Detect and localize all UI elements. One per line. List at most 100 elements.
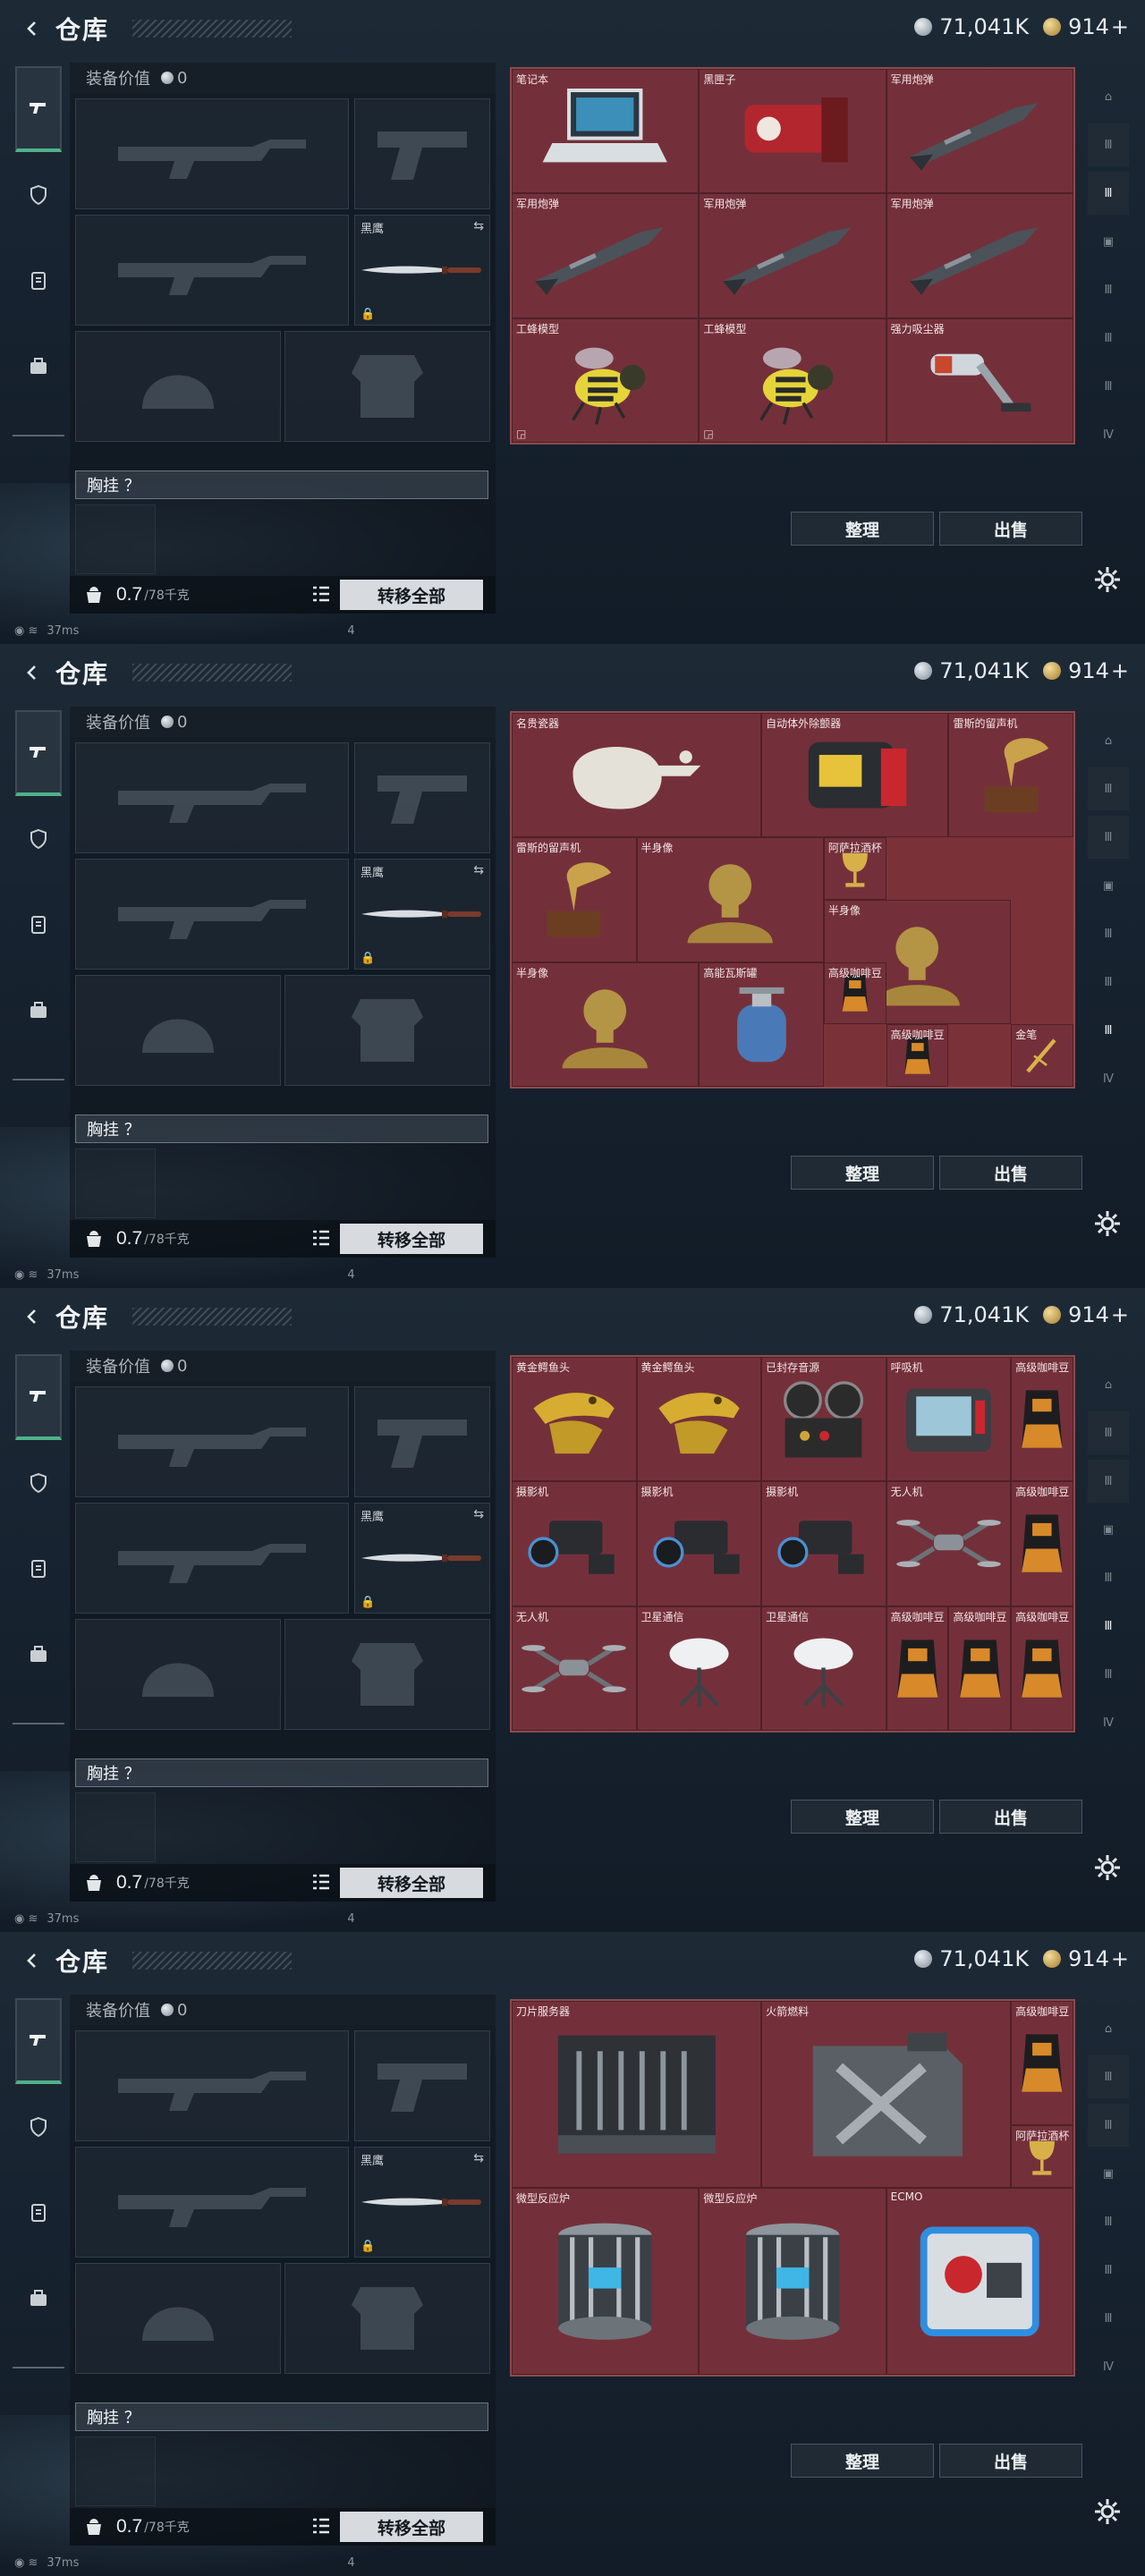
inventory-item[interactable]: 摄影机 [636,1481,762,1606]
transfer-all-button[interactable]: 转移全部 [340,2512,483,2542]
list-icon[interactable] [311,1228,331,1248]
storage-page-tab[interactable]: ▣ [1088,1508,1129,1551]
storage-page-tab[interactable]: Ⅲ [1088,317,1129,360]
storage-page-tab[interactable]: Ⅲ [1088,1411,1129,1454]
sell-button[interactable]: 出售 [939,512,1082,546]
backpack-slot[interactable] [75,1148,156,1218]
inventory-item[interactable]: 微型反应炉 [512,2187,700,2375]
inventory-item[interactable]: 已封存音源 [761,1357,886,1482]
storage-page-tab[interactable]: Ⅳ [1088,2345,1129,2388]
inventory-item[interactable]: 工蜂模型 ◲ [512,318,700,443]
chest-rig-slot[interactable]: 胸挂 ？ [75,1114,488,1143]
storage-page-tab[interactable]: Ⅲ [1088,2200,1129,2243]
storage-page-tab[interactable]: Ⅲ [1088,268,1129,311]
inventory-item[interactable]: 军用炮弹 [699,193,886,318]
storage-page-tab[interactable]: Ⅲ [1088,1460,1129,1503]
primary-weapon-slot[interactable] [75,98,349,209]
pistol-slot[interactable] [354,98,490,209]
swap-icon[interactable]: ⇆ [473,219,484,233]
tab-weapons[interactable] [15,1998,62,2084]
tab-weapons[interactable] [15,66,62,152]
inventory-item[interactable]: 火箭燃料 [761,2001,1012,2188]
tab-backpack[interactable] [15,2256,62,2342]
tab-weapons[interactable] [15,1354,62,1440]
inventory-item[interactable]: 名贵瓷器 [512,713,762,838]
gear-icon[interactable] [1093,1853,1122,1882]
inventory-item[interactable]: 高级咖啡豆 [823,962,886,1025]
add-currency-button[interactable]: + [1111,658,1129,683]
tab-armor[interactable] [15,1440,62,1526]
inventory-item[interactable]: 半身像 [512,962,700,1087]
storage-page-tab[interactable]: Ⅲ [1088,1556,1129,1599]
inventory-item[interactable]: 高级咖啡豆 [1011,1357,1073,1482]
sort-button[interactable]: 整理 [791,1800,934,1834]
list-icon[interactable] [311,1872,331,1892]
storage-page-tab[interactable]: ▣ [1088,220,1129,263]
sort-button[interactable]: 整理 [791,512,934,546]
back-button[interactable] [16,13,48,45]
storage-page-tab[interactable]: Ⅳ [1088,1701,1129,1744]
inventory-item[interactable]: 笔记本 [512,69,700,194]
gear-icon[interactable] [1093,1209,1122,1238]
storage-page-tab[interactable]: Ⅲ [1088,365,1129,408]
pistol-slot[interactable] [354,2030,490,2141]
inventory-item[interactable]: 卫星通信 [636,1606,762,1731]
chest-rig-slot[interactable]: 胸挂 ？ [75,470,488,499]
body-armor-slot[interactable] [284,2263,490,2374]
inventory-item[interactable]: 黄金鳄鱼头 [512,1357,637,1482]
storage-page-tab[interactable]: Ⅲ [1088,2297,1129,2340]
add-currency-button[interactable]: + [1111,1946,1129,1971]
storage-page-tab[interactable]: Ⅲ [1088,2249,1129,2292]
pistol-slot[interactable] [354,1386,490,1497]
sell-button[interactable]: 出售 [939,1800,1082,1834]
storage-page-tab[interactable]: Ⅲ [1088,1605,1129,1648]
inventory-item[interactable]: 摄影机 [512,1481,637,1606]
list-icon[interactable] [311,2516,331,2536]
inventory-item[interactable]: 阿萨拉酒杯 [1011,2125,1073,2188]
sell-button[interactable]: 出售 [939,2444,1082,2478]
backpack-slot[interactable] [75,504,156,574]
body-armor-slot[interactable] [284,1619,490,1730]
back-button[interactable] [16,1301,48,1333]
helmet-slot[interactable] [75,331,281,442]
inventory-item[interactable]: 雷斯的留声机 [948,713,1073,838]
sort-button[interactable]: 整理 [791,1156,934,1190]
inventory-item[interactable]: 高级咖啡豆 [1011,1481,1073,1606]
melee-slot[interactable]: 黑鹰 ⇆ 🔒 [354,1503,490,1614]
swap-icon[interactable]: ⇆ [473,2151,484,2165]
inventory-item[interactable]: 工蜂模型 ◲ [699,318,886,443]
back-button[interactable] [16,1945,48,1977]
melee-slot[interactable]: 黑鹰 ⇆ 🔒 [354,2147,490,2258]
sell-button[interactable]: 出售 [939,1156,1082,1190]
backpack-slot[interactable] [75,1792,156,1862]
storage-page-tab[interactable]: ▣ [1088,2152,1129,2195]
storage-page-tab[interactable]: Ⅲ [1088,1009,1129,1052]
tab-armor[interactable] [15,796,62,882]
secondary-weapon-slot[interactable] [75,859,349,970]
melee-slot[interactable]: 黑鹰 ⇆ 🔒 [354,859,490,970]
transfer-all-button[interactable]: 转移全部 [340,1224,483,1254]
transfer-all-button[interactable]: 转移全部 [340,580,483,610]
tab-rig[interactable] [15,2170,62,2256]
inventory-item[interactable]: 高级咖啡豆 [886,1024,949,1087]
inventory-item[interactable]: 无人机 [886,1481,1012,1606]
inventory-item[interactable]: 阿萨拉酒杯 [823,837,886,900]
storage-page-tab[interactable]: Ⅲ [1088,123,1129,166]
secondary-weapon-slot[interactable] [75,215,349,326]
inventory-item[interactable]: 高级咖啡豆 [1011,1606,1073,1731]
inventory-item[interactable]: 黄金鳄鱼头 [636,1357,762,1482]
primary-weapon-slot[interactable] [75,1386,349,1497]
inventory-item[interactable]: 摄影机 [761,1481,886,1606]
add-currency-button[interactable]: + [1111,1302,1129,1327]
inventory-item[interactable]: 军用炮弹 [512,193,700,318]
helmet-slot[interactable] [75,2263,281,2374]
inventory-item[interactable]: 半身像 [636,837,824,962]
add-currency-button[interactable]: + [1111,14,1129,39]
inventory-item[interactable]: ECMO [886,2187,1073,2375]
melee-slot[interactable]: 黑鹰 ⇆ 🔒 [354,215,490,326]
swap-icon[interactable]: ⇆ [473,863,484,877]
sort-button[interactable]: 整理 [791,2444,934,2478]
chest-rig-slot[interactable]: 胸挂 ？ [75,1758,488,1787]
pistol-slot[interactable] [354,742,490,853]
body-armor-slot[interactable] [284,975,490,1086]
